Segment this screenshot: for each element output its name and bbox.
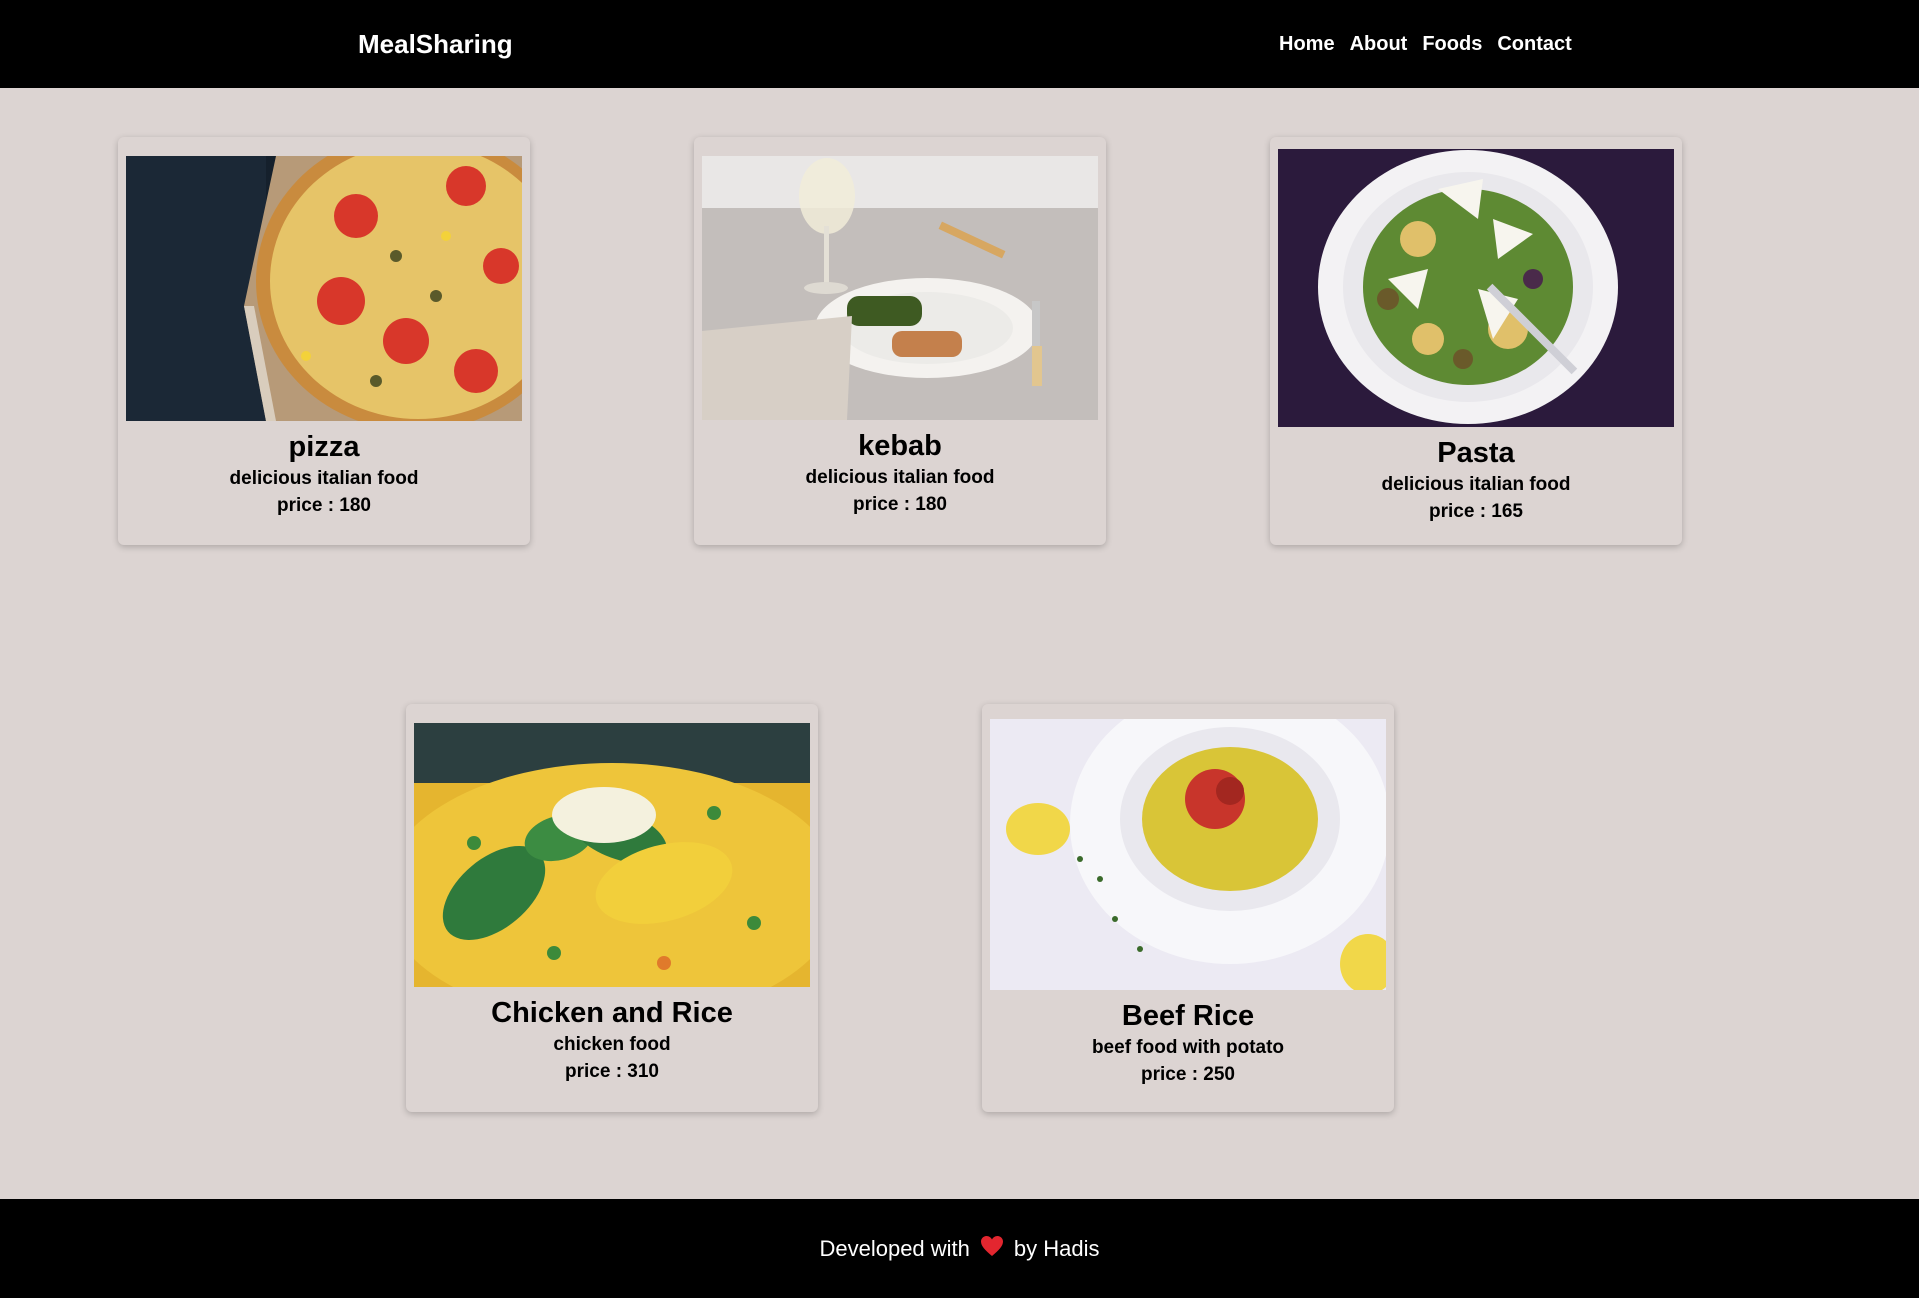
nav-link-about[interactable]: About: [1350, 33, 1408, 56]
meal-title: kebab: [858, 430, 942, 462]
pizza-photo: [126, 156, 522, 421]
meal-title: pizza: [288, 431, 360, 463]
meal-description: chicken food: [553, 1034, 671, 1055]
meal-price: price : 310: [565, 1061, 659, 1082]
meal-card-kebab[interactable]: kebab delicious italian food price : 180: [694, 137, 1106, 545]
meal-description: delicious italian food: [1381, 474, 1571, 495]
nav-link-contact[interactable]: Contact: [1497, 33, 1571, 56]
meal-description: delicious italian food: [805, 467, 995, 488]
footer: Developed with by Hadis: [0, 1199, 1919, 1298]
heart-icon: [980, 1235, 1004, 1263]
meal-price: price : 250: [1141, 1064, 1235, 1085]
meal-title: Chicken and Rice: [491, 997, 733, 1029]
nav-link-foods[interactable]: Foods: [1422, 33, 1482, 56]
kebab-plate-photo: [702, 156, 1098, 420]
meal-description: beef food with potato: [1091, 1037, 1285, 1058]
brand-logo-link[interactable]: MealSharing: [358, 0, 513, 88]
footer-suffix: by Hadis: [1013, 1235, 1100, 1261]
footer-prefix: Developed with: [819, 1235, 970, 1261]
meal-card-pasta[interactable]: Pasta delicious italian food price : 165: [1270, 137, 1682, 545]
nav-links: Home About Foods Contact: [1279, 0, 1572, 88]
nav-link-home[interactable]: Home: [1279, 33, 1335, 56]
meal-title: Beef Rice: [1121, 1000, 1255, 1032]
meal-description: delicious italian food: [229, 468, 419, 489]
meal-price: price : 165: [1429, 501, 1523, 522]
meal-title: Pasta: [1437, 437, 1515, 469]
meal-card-chicken-and-rice[interactable]: Chicken and Rice chicken food price : 31…: [406, 704, 818, 1112]
beef-rice-photo: [990, 719, 1386, 990]
meal-card-beef-rice[interactable]: Beef Rice beef food with potato price : …: [982, 704, 1394, 1112]
meal-price: price : 180: [277, 495, 371, 516]
meal-card-pizza[interactable]: pizza delicious italian food price : 180: [118, 137, 530, 545]
chicken-rice-photo: [414, 723, 810, 987]
navbar: MealSharing Home About Foods Contact: [0, 0, 1919, 88]
pasta-salad-photo: [1278, 149, 1674, 427]
meal-price: price : 180: [853, 494, 947, 515]
